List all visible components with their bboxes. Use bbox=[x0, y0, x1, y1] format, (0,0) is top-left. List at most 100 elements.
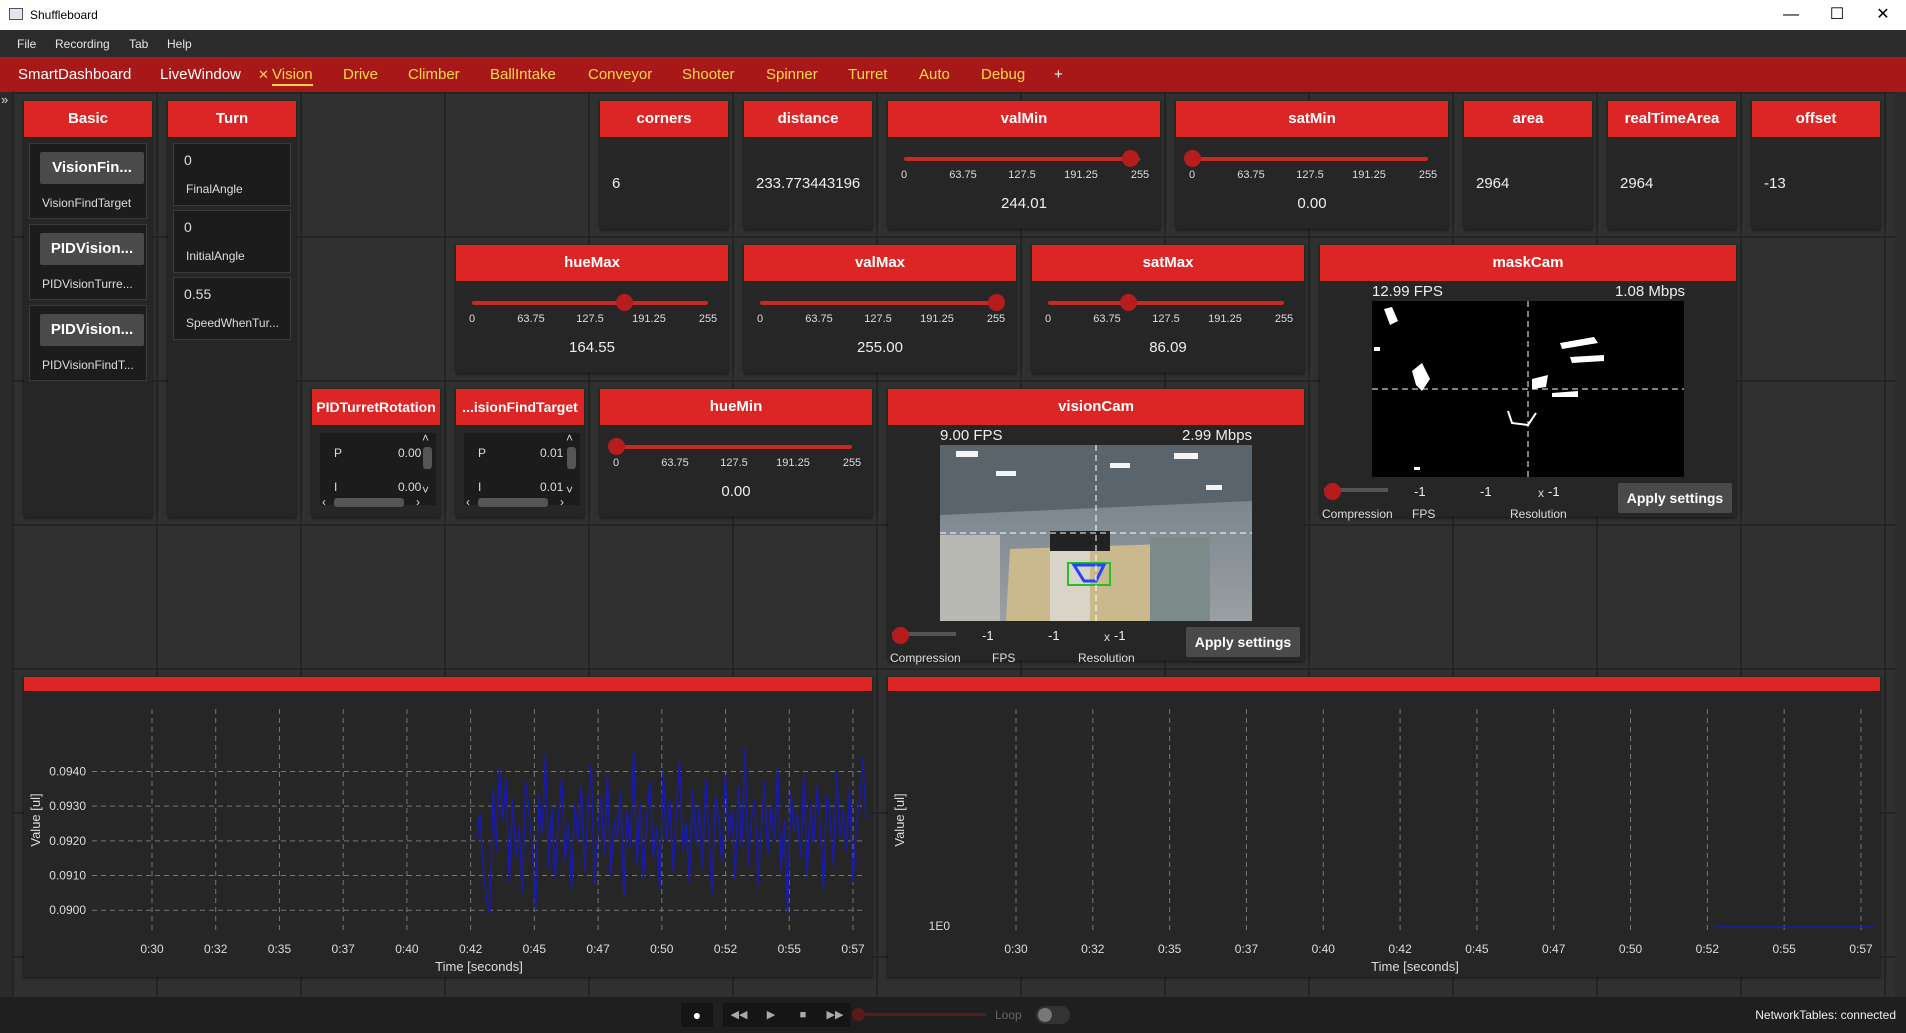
horizontal-scrollbar[interactable]: ‹ › bbox=[320, 495, 430, 509]
horizontal-scrollbar[interactable]: ‹ › bbox=[464, 495, 574, 509]
pidvisionfindtarget-widget: ...isionFindTarget P 0.01 I 0.01 ˄ ˅ ‹ › bbox=[456, 389, 584, 517]
tab-climber[interactable]: Climber bbox=[408, 66, 460, 83]
tab-livewindow[interactable]: LiveWindow bbox=[160, 66, 241, 83]
chevron-right-icon[interactable]: › bbox=[560, 495, 564, 509]
pidvisionfindtarget-button[interactable]: PIDVision... bbox=[40, 314, 144, 346]
record-button[interactable]: ● bbox=[681, 1003, 713, 1027]
slider-knob[interactable] bbox=[608, 438, 625, 455]
basic-layout: Basic VisionFin... VisionFindTarget PIDV… bbox=[24, 101, 152, 517]
chevron-up-icon[interactable]: ˄ bbox=[422, 431, 429, 445]
fps-field[interactable]: -1 bbox=[982, 628, 994, 643]
tab-ballintake[interactable]: BallIntake bbox=[490, 66, 556, 83]
slider-track[interactable] bbox=[472, 301, 708, 305]
slider-track[interactable] bbox=[616, 445, 852, 449]
menu-help[interactable]: Help bbox=[167, 37, 192, 51]
scroll-thumb[interactable] bbox=[423, 447, 432, 469]
add-tab-button[interactable]: + bbox=[1054, 66, 1063, 83]
i-label: I bbox=[334, 480, 338, 494]
resolution-label: Resolution bbox=[1078, 651, 1135, 665]
scroll-thumb[interactable] bbox=[334, 498, 404, 507]
resolution-height-field[interactable]: -1 bbox=[1114, 628, 1126, 643]
tab-auto[interactable]: Auto bbox=[919, 66, 950, 83]
visioncam-title: visionCam bbox=[888, 389, 1304, 425]
p-value-field[interactable]: 0.00 bbox=[398, 446, 421, 460]
tab-debug[interactable]: Debug bbox=[981, 66, 1025, 83]
pidvisionturret-button[interactable]: PIDVision... bbox=[40, 233, 144, 265]
scroll-thumb[interactable] bbox=[478, 498, 548, 507]
compression-knob[interactable] bbox=[1324, 483, 1341, 500]
compression-knob[interactable] bbox=[892, 627, 909, 644]
x-tick-label: 0:50 bbox=[1619, 942, 1643, 956]
entry-value[interactable]: 0.55 bbox=[184, 286, 211, 302]
slider-tick-label: 127.5 bbox=[720, 457, 748, 469]
resolution-width-field[interactable]: -1 bbox=[1480, 484, 1492, 499]
tab-close-icon[interactable]: ✕ bbox=[258, 67, 269, 83]
chevron-up-icon[interactable]: ˄ bbox=[566, 431, 573, 445]
slider-track[interactable] bbox=[1048, 301, 1284, 305]
slider-track[interactable] bbox=[904, 157, 1140, 161]
tab-conveyor[interactable]: Conveyor bbox=[588, 66, 652, 83]
x-tick-label: 0:40 bbox=[395, 942, 419, 956]
apply-settings-button[interactable]: Apply settings bbox=[1618, 483, 1732, 513]
entry-value[interactable]: 0 bbox=[184, 219, 192, 235]
stop-icon[interactable]: ■ bbox=[787, 1003, 819, 1027]
maximize-icon[interactable]: ☐ bbox=[1814, 0, 1860, 30]
satmin-title: satMin bbox=[1176, 101, 1448, 137]
resolution-label: Resolution bbox=[1510, 507, 1567, 521]
i-value-field[interactable]: 0.01 bbox=[540, 480, 563, 494]
menu-recording[interactable]: Recording bbox=[55, 37, 110, 51]
visionfindtarget-button[interactable]: VisionFin... bbox=[40, 152, 144, 184]
sidebar-toggle[interactable]: » bbox=[0, 92, 12, 997]
slider-knob[interactable] bbox=[1184, 150, 1201, 167]
pid-title: PIDTurretRotation bbox=[312, 389, 440, 425]
chevron-left-icon[interactable]: ‹ bbox=[322, 495, 326, 509]
fps-field[interactable]: -1 bbox=[1414, 484, 1426, 499]
tab-vision[interactable]: Vision bbox=[272, 66, 313, 86]
entry-value[interactable]: 0 bbox=[184, 152, 192, 168]
loop-toggle-knob[interactable] bbox=[1038, 1008, 1052, 1022]
minimize-icon[interactable]: — bbox=[1768, 0, 1814, 30]
pid-editor: P 0.01 I 0.01 ˄ ˅ ‹ › bbox=[464, 431, 580, 509]
menu-tab[interactable]: Tab bbox=[129, 37, 148, 51]
slider-track[interactable] bbox=[760, 301, 996, 305]
scroll-thumb[interactable] bbox=[567, 447, 576, 469]
tab-shooter[interactable]: Shooter bbox=[682, 66, 735, 83]
resolution-width-field[interactable]: -1 bbox=[1048, 628, 1060, 643]
tab-drive[interactable]: Drive bbox=[343, 66, 378, 83]
loop-toggle[interactable] bbox=[1036, 1006, 1070, 1024]
i-value-field[interactable]: 0.00 bbox=[398, 480, 421, 494]
maskcam-stream bbox=[1372, 301, 1684, 477]
y-axis-label: Value [ul] bbox=[892, 793, 907, 846]
x-tick-label: 0:42 bbox=[1388, 942, 1412, 956]
slider-knob[interactable] bbox=[1121, 150, 1139, 167]
chevron-left-icon[interactable]: ‹ bbox=[466, 495, 470, 509]
slider-value: 0.00 bbox=[1297, 195, 1327, 212]
slider-knob[interactable] bbox=[988, 294, 1005, 311]
slider-track[interactable] bbox=[1192, 157, 1428, 161]
slider-knob[interactable] bbox=[1119, 294, 1137, 311]
rewind-icon[interactable]: ◀◀ bbox=[723, 1003, 755, 1027]
apply-settings-button[interactable]: Apply settings bbox=[1186, 627, 1300, 657]
menu-file[interactable]: File bbox=[17, 37, 36, 51]
tab-spinner[interactable]: Spinner bbox=[766, 66, 818, 83]
slider-value: 0.00 bbox=[721, 483, 751, 500]
slider-knob[interactable] bbox=[616, 294, 634, 311]
distance-title: distance bbox=[744, 101, 872, 137]
fast-forward-icon[interactable]: ▶▶ bbox=[819, 1003, 851, 1027]
tab-turret[interactable]: Turret bbox=[848, 66, 887, 83]
play-icon[interactable]: ▶ bbox=[755, 1003, 787, 1027]
close-window-icon[interactable]: ✕ bbox=[1860, 0, 1906, 30]
p-label: P bbox=[478, 446, 487, 460]
entry-label: InitialAngle bbox=[186, 249, 245, 263]
tab-smartdashboard[interactable]: SmartDashboard bbox=[18, 66, 131, 83]
playback-knob[interactable] bbox=[852, 1008, 865, 1021]
compression-slider[interactable] bbox=[892, 627, 956, 644]
p-label: P bbox=[334, 446, 343, 460]
p-value-field[interactable]: 0.01 bbox=[540, 446, 563, 460]
chevron-right-icon[interactable]: › bbox=[416, 495, 420, 509]
resolution-height-field[interactable]: -1 bbox=[1548, 484, 1560, 499]
playback-slider[interactable] bbox=[852, 1008, 986, 1021]
x-tick-label: 0:52 bbox=[1696, 942, 1720, 956]
resolution-x-label: x bbox=[1104, 630, 1110, 644]
compression-slider[interactable] bbox=[1324, 483, 1388, 500]
